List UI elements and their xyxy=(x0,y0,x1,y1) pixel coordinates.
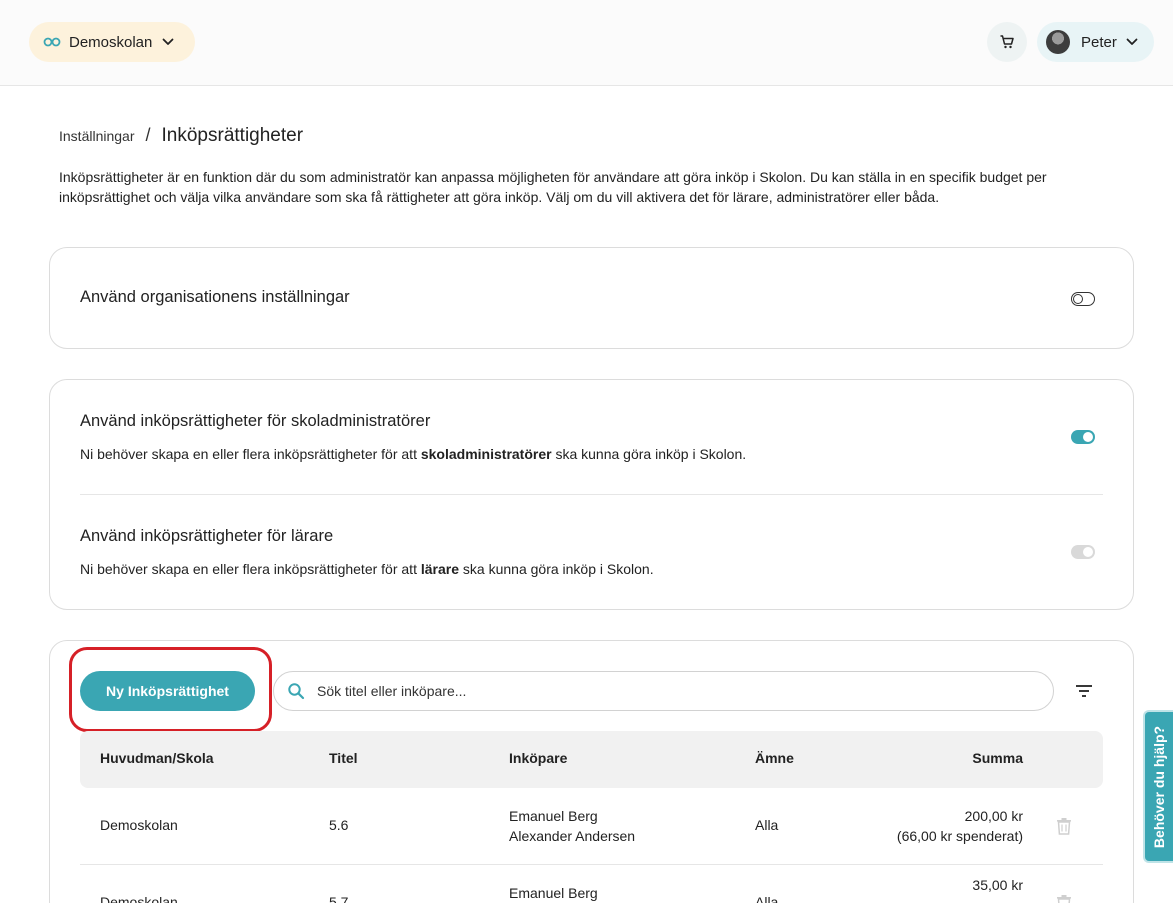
cell-title: 5.7 xyxy=(329,894,349,903)
cart-icon xyxy=(999,34,1015,50)
admin-rights-description: Ni behöver skapa en eller flera inköpsrä… xyxy=(80,446,747,462)
org-settings-label: Använd organisationens inställningar xyxy=(80,288,350,306)
column-header-subject[interactable]: Ämne xyxy=(755,750,794,766)
search-input[interactable] xyxy=(317,683,997,699)
cell-title: 5.6 xyxy=(329,817,349,833)
intro-text: Inköpsrättigheter är en funktion där du … xyxy=(59,169,1047,205)
cell-school: Demoskolan xyxy=(100,817,178,833)
breadcrumb-separator: / xyxy=(145,125,151,145)
school-logo-icon xyxy=(43,36,61,48)
page-title: Inköpsrättigheter xyxy=(161,125,304,146)
divider xyxy=(80,494,1103,495)
org-settings-card: Använd organisationens inställningar xyxy=(49,247,1134,349)
purchase-rights-card: Använd inköpsrättigheter för skoladminis… xyxy=(49,379,1134,610)
column-header-school[interactable]: Huvudman/Skola xyxy=(100,750,214,766)
cell-buyers: Emanuel Berg xyxy=(509,885,598,901)
school-selector[interactable]: Demoskolan xyxy=(29,22,195,62)
filter-button[interactable] xyxy=(1072,681,1096,701)
teacher-rights-description: Ni behöver skapa en eller flera inköpsrä… xyxy=(80,561,654,577)
admin-rights-toggle[interactable] xyxy=(1071,430,1095,444)
search-icon xyxy=(287,682,305,700)
teacher-rights-toggle[interactable] xyxy=(1071,545,1095,559)
toggle-knob xyxy=(1073,293,1083,304)
breadcrumb: Inställningar / Inköpsrättigheter xyxy=(59,125,303,147)
new-purchase-right-button[interactable]: Ny Inköpsrättighet xyxy=(80,671,255,711)
chevron-down-icon xyxy=(162,38,174,46)
filter-icon xyxy=(1075,684,1093,698)
teacher-rights-title: Använd inköpsrättigheter för lärare xyxy=(80,527,334,545)
column-header-buyer[interactable]: Inköpare xyxy=(509,750,567,766)
table-row[interactable]: Demoskolan 5.7 Emanuel Berg Alla 35,00 k… xyxy=(80,865,1103,903)
top-bar: Demoskolan Peter xyxy=(0,0,1173,86)
trash-icon[interactable] xyxy=(1056,894,1072,903)
cell-sum: 35,00 kr xyxy=(972,877,1023,893)
toggle-knob xyxy=(1083,547,1093,557)
avatar xyxy=(1046,30,1070,54)
cart-button[interactable] xyxy=(987,22,1027,62)
help-tab[interactable]: Behöver du hjälp? xyxy=(1143,710,1173,863)
purchase-rights-table-card: Ny Inköpsrättighet Huvudman/Skola Titel … xyxy=(49,640,1134,903)
help-tab-label: Behöver du hjälp? xyxy=(1151,725,1167,848)
search-box[interactable] xyxy=(273,671,1054,711)
cell-school: Demoskolan xyxy=(100,894,178,903)
column-header-title[interactable]: Titel xyxy=(329,750,358,766)
cell-subject: Alla xyxy=(755,894,779,903)
table-row[interactable]: Demoskolan 5.6 Emanuel Berg Alexander And… xyxy=(80,788,1103,865)
admin-rights-title: Använd inköpsrättigheter för skoladminis… xyxy=(80,412,431,430)
cell-buyers: Emanuel Berg Alexander Andersen xyxy=(509,808,636,844)
org-settings-toggle[interactable] xyxy=(1071,292,1095,306)
user-menu-button[interactable]: Peter xyxy=(1037,22,1154,62)
cell-subject: Alla xyxy=(755,817,779,833)
column-header-sum[interactable]: Summa xyxy=(972,750,1023,766)
chevron-down-icon xyxy=(1126,38,1138,46)
breadcrumb-settings-link[interactable]: Inställningar xyxy=(59,128,135,144)
user-name: Peter xyxy=(1081,33,1117,51)
cell-sum: 200,00 kr (66,00 kr spenderat) xyxy=(896,808,1023,844)
toggle-knob xyxy=(1083,432,1093,442)
table-header: Huvudman/Skola Titel Inköpare Ämne Summa xyxy=(80,731,1103,788)
school-name: Demoskolan xyxy=(69,33,153,51)
trash-icon[interactable] xyxy=(1056,817,1072,835)
